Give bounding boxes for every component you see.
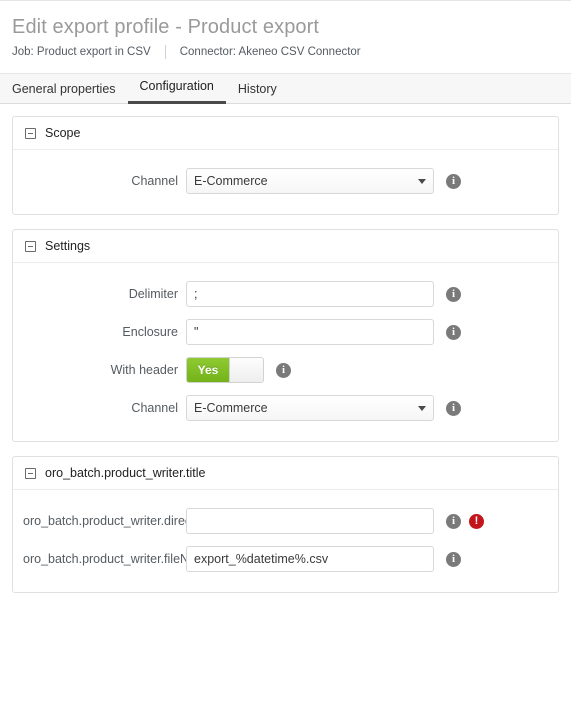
scope-channel-select[interactable]: E-Commerce	[186, 168, 434, 194]
section-product-writer-header[interactable]: oro_batch.product_writer.title	[13, 457, 558, 490]
section-settings-header[interactable]: Settings	[13, 230, 558, 263]
chevron-down-icon	[418, 178, 426, 184]
label-scope-channel: Channel	[131, 174, 178, 188]
label-writer-directory: oro_batch.product_writer.directory	[23, 514, 186, 528]
tab-general-properties[interactable]: General properties	[12, 82, 128, 104]
writer-directory-input[interactable]	[186, 508, 434, 534]
section-scope-title: Scope	[45, 126, 81, 140]
error-icon: !	[469, 513, 484, 529]
label-delimiter: Delimiter	[128, 287, 178, 301]
row-settings-channel: Channel E-Commerce i	[13, 389, 558, 427]
info-icon[interactable]: i	[446, 173, 461, 189]
tab-history[interactable]: History	[226, 82, 289, 104]
enclosure-input[interactable]	[186, 319, 434, 345]
section-scope-body: Channel E-Commerce i	[13, 150, 558, 214]
scope-channel-value: E-Commerce	[194, 174, 268, 188]
with-header-toggle-knob	[229, 358, 263, 382]
row-delimiter: Delimiter i	[13, 275, 558, 313]
connector-label: Connector: Akeneo CSV Connector	[179, 46, 361, 58]
section-scope-header[interactable]: Scope	[13, 117, 558, 150]
row-scope-channel: Channel E-Commerce i	[13, 162, 558, 200]
section-product-writer-title: oro_batch.product_writer.title	[45, 466, 206, 480]
row-writer-filename: oro_batch.product_writer.fileName i	[13, 540, 558, 578]
page-meta: Job: Product export in CSV Connector: Ak…	[12, 45, 559, 73]
info-icon[interactable]: i	[446, 400, 461, 416]
minus-box-icon[interactable]	[25, 240, 36, 252]
settings-channel-select[interactable]: E-Commerce	[186, 395, 434, 421]
page-header: Edit export profile - Product export Job…	[0, 1, 571, 73]
with-header-toggle-state: Yes	[187, 358, 229, 382]
section-settings-body: Delimiter i Enclosure i With	[13, 263, 558, 441]
row-writer-directory: oro_batch.product_writer.directory i !	[13, 502, 558, 540]
tab-bar: General properties Configuration History	[0, 73, 571, 104]
writer-filename-input[interactable]	[186, 546, 434, 572]
delimiter-input[interactable]	[186, 281, 434, 307]
tab-configuration[interactable]: Configuration	[127, 79, 226, 104]
page-title: Edit export profile - Product export	[12, 16, 320, 38]
chevron-down-icon	[418, 405, 426, 411]
info-icon[interactable]: i	[446, 513, 461, 529]
with-header-toggle[interactable]: Yes	[186, 357, 264, 383]
section-product-writer-body: oro_batch.product_writer.directory i ! o…	[13, 490, 558, 592]
meta-divider	[164, 45, 166, 59]
info-icon[interactable]: i	[446, 324, 461, 340]
row-with-header: With header Yes i	[13, 351, 558, 389]
settings-channel-value: E-Commerce	[194, 401, 268, 415]
minus-box-icon[interactable]	[25, 127, 36, 139]
section-settings-title: Settings	[45, 239, 91, 253]
info-icon[interactable]: i	[446, 551, 461, 567]
job-label: Job: Product export in CSV	[12, 46, 151, 58]
section-scope: Scope Channel E-Commerce i	[12, 116, 559, 215]
label-enclosure: Enclosure	[122, 325, 178, 339]
label-with-header: With header	[110, 363, 178, 377]
section-product-writer: oro_batch.product_writer.title oro_batch…	[12, 456, 559, 593]
configuration-content: Scope Channel E-Commerce i Settings Deli…	[0, 104, 571, 619]
section-settings: Settings Delimiter i Enclosure i	[12, 229, 559, 442]
row-enclosure: Enclosure i	[13, 313, 558, 351]
label-writer-filename: oro_batch.product_writer.fileName	[23, 552, 186, 566]
info-icon[interactable]: i	[276, 362, 291, 378]
label-settings-channel: Channel	[131, 401, 178, 415]
info-icon[interactable]: i	[446, 286, 461, 302]
minus-box-icon[interactable]	[25, 467, 36, 479]
